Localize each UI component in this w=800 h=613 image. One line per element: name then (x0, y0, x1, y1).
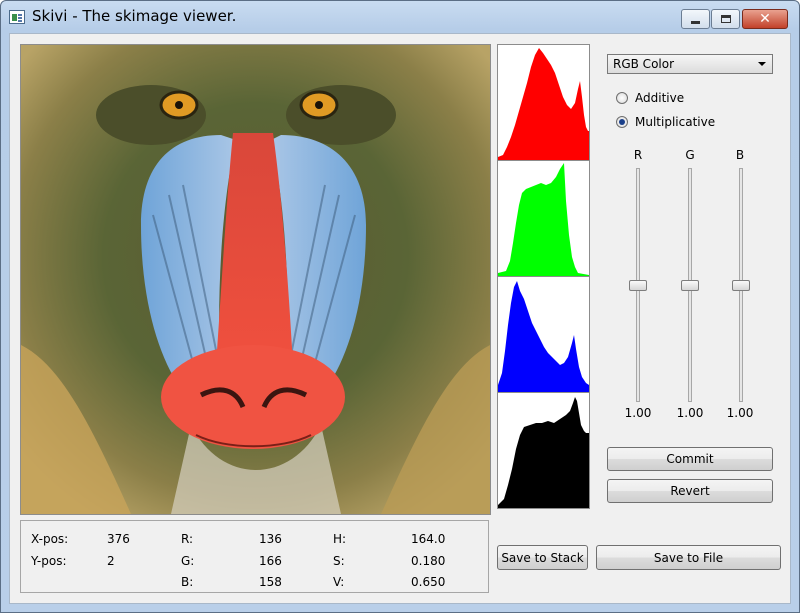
revert-button[interactable]: Revert (607, 479, 773, 503)
save-to-file-button[interactable]: Save to File (596, 545, 781, 570)
radio-additive-indicator (616, 92, 628, 104)
b-label: B: (181, 575, 194, 589)
xpos-value: 376 (107, 532, 130, 546)
radio-multiplicative-label: Multiplicative (635, 115, 716, 129)
histogram-red (497, 44, 590, 161)
slider-g-value: 1.00 (676, 406, 704, 420)
chevron-down-icon (758, 62, 766, 66)
minimize-icon (691, 20, 700, 24)
histogram-blue (497, 276, 590, 393)
r-label: R: (181, 532, 194, 546)
histogram-value (497, 392, 590, 509)
h-label: H: (333, 532, 347, 546)
r-value: 136 (259, 532, 282, 546)
color-mode-value: RGB Color (613, 57, 675, 71)
histogram-blue-area (498, 281, 589, 392)
mandrill-image (21, 45, 490, 514)
save-to-stack-button[interactable]: Save to Stack (497, 545, 588, 570)
slider-b-label: B (735, 148, 745, 162)
xpos-label: X-pos: (31, 532, 69, 546)
image-canvas[interactable] (20, 44, 491, 515)
b-value: 158 (259, 575, 282, 589)
ypos-label: Y-pos: (31, 554, 67, 568)
window-title: Skivi - The skimage viewer. (32, 7, 237, 25)
histogram-red-area (498, 48, 589, 160)
main-window: Skivi - The skimage viewer. ✕ RGB Color … (0, 0, 800, 613)
ypos-value: 2 (107, 554, 115, 568)
slider-r-label: R (633, 148, 643, 162)
maximize-icon (720, 15, 731, 23)
minimize-button[interactable] (681, 9, 710, 29)
histogram-green (497, 160, 590, 277)
app-icon (9, 10, 25, 24)
slider-g-handle[interactable] (681, 280, 699, 291)
histogram-value-area (498, 397, 589, 508)
commit-button[interactable]: Commit (607, 447, 773, 471)
slider-g-label: G (685, 148, 695, 162)
h-value: 164.0 (411, 532, 446, 546)
radio-additive[interactable]: Additive (616, 90, 684, 106)
s-value: 0.180 (411, 554, 446, 568)
s-label: S: (333, 554, 345, 568)
histogram-green-area (498, 163, 589, 276)
title-bar[interactable]: Skivi - The skimage viewer. ✕ (1, 1, 799, 33)
slider-b-value: 1.00 (726, 406, 754, 420)
slider-r-handle[interactable] (629, 280, 647, 291)
v-label: V: (333, 575, 345, 589)
slider-b-handle[interactable] (732, 280, 750, 291)
radio-multiplicative[interactable]: Multiplicative (616, 114, 715, 130)
radio-multiplicative-indicator (616, 116, 628, 128)
close-button[interactable]: ✕ (742, 9, 788, 29)
color-mode-select[interactable]: RGB Color (607, 54, 773, 74)
client-area: RGB Color Additive Multiplicative R 1.00… (9, 33, 791, 604)
v-value: 0.650 (411, 575, 446, 589)
g-value: 166 (259, 554, 282, 568)
close-icon: ✕ (759, 11, 771, 27)
radio-additive-label: Additive (635, 91, 685, 105)
maximize-button[interactable] (711, 9, 740, 29)
g-label: G: (181, 554, 195, 568)
pixel-info-panel: X-pos: 376 Y-pos: 2 R: 136 G: 166 B: 158… (20, 520, 489, 593)
slider-r-value: 1.00 (624, 406, 652, 420)
